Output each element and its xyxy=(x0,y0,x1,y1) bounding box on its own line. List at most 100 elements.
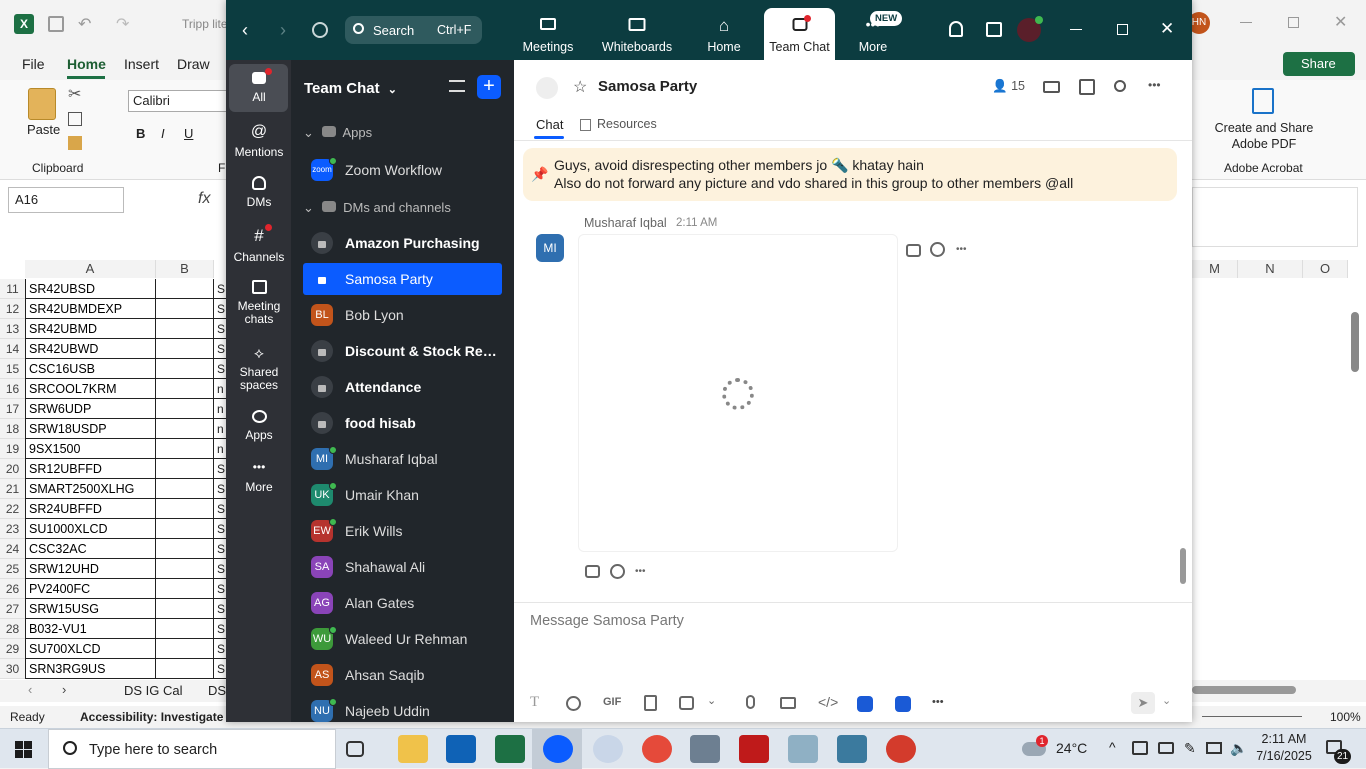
cell-a[interactable]: SU700XLCD xyxy=(25,639,156,659)
zoom-icon[interactable] xyxy=(543,735,573,763)
tray-pen-icon[interactable]: ✎ xyxy=(1184,740,1196,757)
cell-a[interactable]: SRCOOL7KRM xyxy=(25,379,156,399)
maximize-icon[interactable] xyxy=(1288,17,1299,28)
list-item[interactable]: UK Umair Khan xyxy=(303,479,502,511)
send-button[interactable]: ➤ xyxy=(1131,692,1155,714)
list-item[interactable]: AG Alan Gates xyxy=(303,587,502,619)
calendar-icon[interactable] xyxy=(1079,79,1095,95)
tab-more[interactable]: ••• NEW More xyxy=(850,0,903,60)
row-header[interactable]: 27 xyxy=(0,599,25,619)
horizontal-scrollbar[interactable] xyxy=(1192,686,1296,694)
create-share-pdf-label[interactable]: Create and Share Adobe PDF xyxy=(1214,120,1314,152)
cell-b[interactable] xyxy=(156,519,214,539)
text-format-icon[interactable]: T xyxy=(530,694,539,711)
rail-more[interactable]: ••• More xyxy=(229,460,289,494)
notifications-bell-icon[interactable] xyxy=(949,21,963,37)
bold-button[interactable]: B xyxy=(136,126,145,141)
list-item[interactable]: MI Musharaf Iqbal xyxy=(303,443,502,475)
cell-b[interactable] xyxy=(156,299,214,319)
cell-b[interactable] xyxy=(156,539,214,559)
code-snippet-icon[interactable]: </> xyxy=(818,694,838,710)
sheet-prev-icon[interactable]: ‹ xyxy=(28,682,32,697)
col-header-m[interactable]: M xyxy=(1192,260,1238,278)
chrome-icon[interactable] xyxy=(886,735,916,763)
sender-avatar[interactable]: MI xyxy=(536,234,564,262)
list-item-zoom-workflow[interactable]: zoom Zoom Workflow xyxy=(303,154,502,186)
row-header[interactable]: 26 xyxy=(0,579,25,599)
star-icon[interactable]: ☆ xyxy=(573,77,587,97)
row-header[interactable]: 20 xyxy=(0,459,25,479)
col-header-n[interactable]: N xyxy=(1238,260,1303,278)
cell-a[interactable]: CSC32AC xyxy=(25,539,156,559)
message-input[interactable]: Message Samosa Party xyxy=(530,613,684,629)
excel-icon[interactable] xyxy=(495,735,525,763)
cell-b[interactable] xyxy=(156,359,214,379)
zoom-docs-icon[interactable] xyxy=(895,696,911,712)
minimize-icon[interactable] xyxy=(1070,29,1082,30)
sheet-tab[interactable]: DS xyxy=(208,683,226,698)
row-header[interactable]: 28 xyxy=(0,619,25,639)
screenshot-icon[interactable] xyxy=(679,696,694,710)
file-explorer-icon[interactable] xyxy=(398,735,428,763)
sheet-next-icon[interactable]: › xyxy=(62,682,66,697)
clock-date[interactable]: 7/16/2025 xyxy=(1254,749,1314,763)
cell-a[interactable]: SRN3RG9US xyxy=(25,659,156,679)
gif-icon[interactable]: GIF xyxy=(603,696,621,708)
redo-icon[interactable]: ↷ xyxy=(116,14,129,34)
sheet-tab[interactable]: DS IG Cal xyxy=(124,683,183,698)
menu-draw[interactable]: Draw xyxy=(177,56,210,72)
cell-b[interactable] xyxy=(156,419,214,439)
rail-all[interactable]: All xyxy=(229,68,289,104)
list-item[interactable]: EW Erik Wills xyxy=(303,515,502,547)
cell-a[interactable]: SR24UBFFD xyxy=(25,499,156,519)
cell-a[interactable]: SU1000XLCD xyxy=(25,519,156,539)
excel-vertical-scrollbar[interactable] xyxy=(1351,312,1359,372)
tab-team-chat[interactable]: Team Chat xyxy=(764,8,835,60)
row-header[interactable]: 15 xyxy=(0,359,25,379)
row-header[interactable]: 30 xyxy=(0,659,25,679)
row-header[interactable]: 24 xyxy=(0,539,25,559)
cell-b[interactable] xyxy=(156,659,214,679)
history-icon[interactable] xyxy=(312,22,328,38)
new-chat-button[interactable]: + xyxy=(477,75,501,99)
section-apps[interactable]: ⌄ Apps xyxy=(303,125,372,141)
volume-icon[interactable]: 🔈 xyxy=(1230,740,1247,757)
list-item[interactable]: Attendance xyxy=(303,371,502,403)
cell-b[interactable] xyxy=(156,639,214,659)
section-dms-channels[interactable]: ⌄ DMs and channels xyxy=(303,200,451,216)
font-name-box[interactable]: Calibri xyxy=(128,90,228,112)
formula-bar[interactable] xyxy=(1192,187,1358,247)
channel-name[interactable]: Samosa Party xyxy=(598,78,697,95)
row-header[interactable]: 11 xyxy=(0,279,25,299)
create-share-pdf-icon[interactable] xyxy=(1252,88,1274,114)
message-more-icon[interactable]: ••• xyxy=(956,244,967,255)
row-header[interactable]: 19 xyxy=(0,439,25,459)
windows-start-icon[interactable] xyxy=(15,741,32,758)
list-item[interactable]: Discount & Stock Res... xyxy=(303,335,502,367)
audio-message-icon[interactable] xyxy=(746,695,755,709)
list-item[interactable]: BL Bob Lyon xyxy=(303,299,502,331)
cell-a[interactable]: SR42UBSD xyxy=(25,279,156,299)
rail-meeting-chats[interactable]: Meeting chats xyxy=(229,280,289,326)
outlook-icon[interactable] xyxy=(446,735,476,763)
cell-b[interactable] xyxy=(156,439,214,459)
message-more-icon[interactable]: ••• xyxy=(635,566,646,577)
cell-a[interactable]: B032-VU1 xyxy=(25,619,156,639)
col-header-b[interactable]: B xyxy=(156,260,214,278)
close-icon[interactable]: ✕ xyxy=(1160,19,1174,39)
cell-b[interactable] xyxy=(156,459,214,479)
taskbar-search-box[interactable]: Type here to search xyxy=(48,729,336,769)
tab-meetings[interactable]: Meetings xyxy=(518,0,578,60)
cell-a[interactable]: SRW18USDP xyxy=(25,419,156,439)
rail-channels[interactable]: # Channels xyxy=(229,224,289,264)
cell-b[interactable] xyxy=(156,559,214,579)
members-button[interactable]: 👤 15 xyxy=(992,79,1025,94)
app-icon[interactable] xyxy=(837,735,867,763)
reply-icon[interactable] xyxy=(585,565,600,578)
reply-icon[interactable] xyxy=(906,244,921,257)
emoji-reaction-icon[interactable] xyxy=(610,564,625,579)
rail-mentions[interactable]: @ Mentions xyxy=(229,123,289,159)
tray-app-icon[interactable] xyxy=(1132,741,1148,755)
paste-icon[interactable] xyxy=(28,88,56,120)
file-icon[interactable] xyxy=(644,695,657,711)
